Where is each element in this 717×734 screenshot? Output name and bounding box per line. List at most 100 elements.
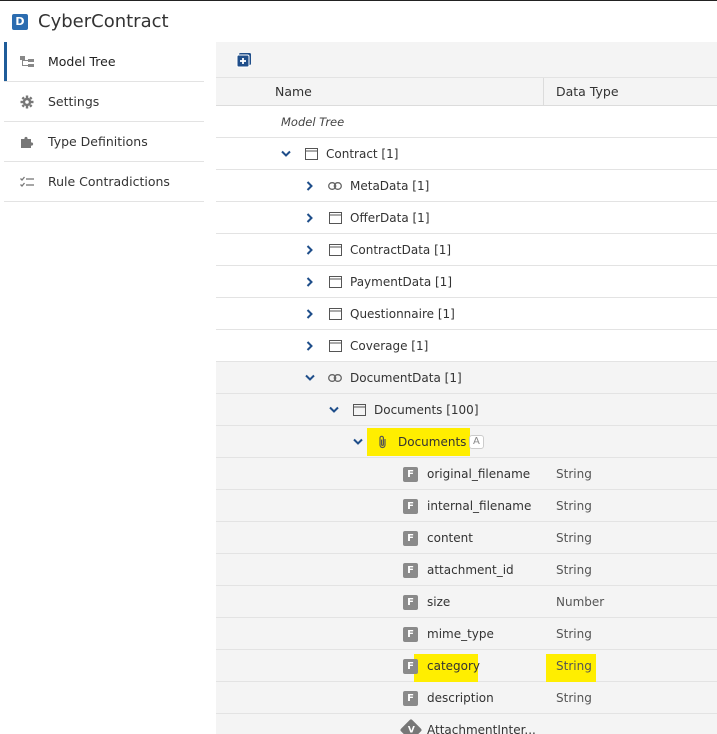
chevron-right-icon[interactable]	[303, 202, 317, 234]
gear-icon	[19, 94, 35, 110]
attachment-badge: A	[469, 426, 484, 458]
node-label: Questionnaire [1]	[350, 307, 455, 321]
field-name: internal_filename	[427, 499, 532, 513]
chevron-right-icon[interactable]	[303, 170, 317, 202]
node-label: Documents	[398, 435, 467, 449]
chevron-down-icon[interactable]	[279, 138, 293, 170]
field-name: mime_type	[427, 627, 494, 641]
tree-row-contractdata[interactable]: ContractData [1]	[216, 234, 717, 266]
table-row-field[interactable]: F mime_type String	[216, 618, 717, 650]
table-row-field[interactable]: F description String	[216, 682, 717, 714]
field-name: size	[427, 595, 451, 609]
field-type: String	[556, 467, 592, 481]
column-header-data-type[interactable]: Data Type	[556, 84, 619, 99]
sidebar-item-settings[interactable]: Settings	[4, 82, 204, 122]
add-copy-icon	[236, 52, 251, 67]
sidebar: Model Tree Settings Type Definitions Rul…	[4, 42, 204, 734]
tree-row-metadata[interactable]: MetaData [1]	[216, 170, 717, 202]
sidebar-item-model-tree[interactable]: Model Tree	[4, 42, 204, 82]
object-icon	[328, 266, 342, 298]
field-badge-icon: F	[403, 522, 418, 554]
table-row-field-category[interactable]: F category String	[216, 650, 717, 684]
paperclip-icon	[376, 426, 390, 458]
field-name: description	[427, 691, 494, 705]
field-badge-icon: F	[403, 586, 418, 618]
table-row-field[interactable]: F content String	[216, 522, 717, 554]
object-icon	[328, 234, 342, 266]
field-badge-icon: F	[403, 650, 418, 682]
tree-row-offerdata[interactable]: OfferData [1]	[216, 202, 717, 234]
object-icon	[304, 138, 318, 170]
tree-row-contract[interactable]: Contract [1]	[216, 138, 717, 170]
field-badge-icon: F	[403, 458, 418, 490]
node-label: ContractData [1]	[350, 243, 452, 257]
object-icon	[328, 202, 342, 234]
tree-icon	[19, 54, 35, 70]
column-header-name[interactable]: Name	[275, 84, 312, 99]
field-type: String	[556, 563, 592, 577]
tree-row-documentdata[interactable]: DocumentData [1]	[216, 362, 717, 394]
chevron-right-icon[interactable]	[303, 234, 317, 266]
sidebar-item-rule-contradictions[interactable]: Rule Contradictions	[4, 162, 204, 202]
puzzle-icon	[19, 134, 35, 150]
object-icon	[328, 330, 342, 362]
tree-row-documents-attachment[interactable]: Documents A	[216, 426, 717, 458]
field-type: String	[556, 627, 592, 641]
app-logo-badge: D	[12, 13, 28, 30]
chevron-right-icon[interactable]	[303, 266, 317, 298]
tree-row-documents-list[interactable]: Documents [100]	[216, 394, 717, 426]
node-label: PaymentData [1]	[350, 275, 452, 289]
tree-row-questionnaire[interactable]: Questionnaire [1]	[216, 298, 717, 330]
chevron-down-icon[interactable]	[327, 394, 341, 426]
field-badge-icon: F	[403, 490, 418, 522]
chevron-right-icon[interactable]	[303, 298, 317, 330]
object-icon	[352, 394, 366, 426]
field-type: Number	[556, 595, 605, 609]
toolbar	[216, 42, 717, 78]
node-label: OfferData [1]	[350, 211, 430, 225]
tree-row-root[interactable]: Model Tree	[216, 106, 717, 138]
chevron-down-icon[interactable]	[303, 362, 317, 394]
sidebar-item-label: Rule Contradictions	[48, 174, 170, 189]
field-type: String	[556, 499, 592, 513]
link-icon	[328, 362, 342, 394]
field-name: original_filename	[427, 467, 531, 481]
chevron-down-icon[interactable]	[351, 426, 365, 458]
chevron-right-icon[interactable]	[303, 330, 317, 362]
root-label: Model Tree	[281, 115, 345, 129]
table-header: Name Data Type	[216, 78, 717, 106]
field-name: content	[427, 531, 473, 545]
sidebar-item-label: Settings	[48, 94, 100, 109]
sidebar-item-label: Type Definitions	[48, 134, 148, 149]
node-label: MetaData [1]	[350, 179, 430, 193]
node-label: DocumentData [1]	[350, 371, 462, 385]
field-name: attachment_id	[427, 563, 514, 577]
field-type: String	[556, 531, 592, 545]
app-title: CyberContract	[38, 11, 169, 32]
node-label: Documents [100]	[374, 403, 479, 417]
table-row-field[interactable]: F attachment_id String	[216, 554, 717, 586]
table-row-field[interactable]: F original_filename String	[216, 458, 717, 490]
app-header: D CyberContract	[0, 1, 717, 42]
table-row-field[interactable]: F size Number	[216, 586, 717, 618]
checklist-icon	[19, 174, 35, 190]
link-icon	[328, 170, 342, 202]
tree-row-paymentdata[interactable]: PaymentData [1]	[216, 266, 717, 298]
table-row-field[interactable]: F internal_filename String	[216, 490, 717, 522]
table-row-variable[interactable]: V AttachmentInter...	[216, 714, 717, 734]
field-name: category	[427, 659, 481, 673]
tree-row-coverage[interactable]: Coverage [1]	[216, 330, 717, 362]
model-tree-panel: Name Data Type Model Tree Contract [1] M…	[216, 42, 717, 734]
object-icon	[328, 298, 342, 330]
field-type: String	[556, 659, 592, 673]
field-badge-icon: F	[403, 618, 418, 650]
sidebar-item-type-definitions[interactable]: Type Definitions	[4, 122, 204, 162]
node-label: Coverage [1]	[350, 339, 429, 353]
field-name: AttachmentInter...	[427, 723, 536, 734]
variable-badge-icon: V	[399, 714, 423, 734]
field-type: String	[556, 691, 592, 705]
add-node-button[interactable]	[234, 50, 254, 70]
field-badge-icon: F	[403, 682, 418, 714]
column-divider[interactable]	[543, 78, 544, 105]
node-label: Contract [1]	[326, 147, 399, 161]
